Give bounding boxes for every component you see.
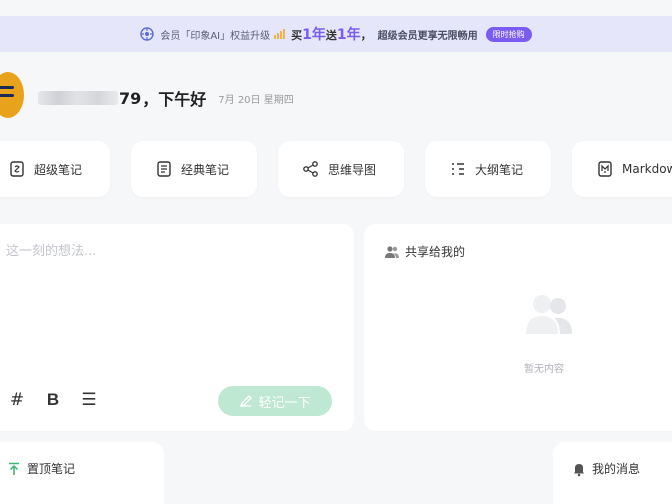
blurred-username xyxy=(38,91,118,105)
submit-label: 轻记一下 xyxy=(258,395,311,411)
card-outline-note[interactable]: 大纲笔记 xyxy=(425,141,551,197)
card-label: 思维导图 xyxy=(328,162,377,177)
card-label: Markdown xyxy=(622,162,672,176)
outline-note-icon xyxy=(452,163,464,175)
markdown-icon xyxy=(598,161,612,177)
quick-note-input[interactable] xyxy=(6,244,326,259)
shared-title-label: 共享给我的 xyxy=(405,245,466,259)
quick-note-panel: # B ☰ 轻记一下 xyxy=(0,224,354,431)
banner-promo: 买1年送1年， xyxy=(291,27,372,43)
messages-title[interactable]: 我的消息 xyxy=(571,460,640,477)
greeting-text: ，下午好 xyxy=(142,90,207,109)
username-suffix: 79 xyxy=(119,88,142,108)
card-mind-map[interactable]: 思维导图 xyxy=(278,141,404,197)
promo-banner[interactable]: 会员「印象AI」权益升级 买1年送1年， 超级会员更享无限畅用 限时抢购 xyxy=(0,16,672,52)
mind-map-icon xyxy=(303,161,318,177)
banner-rest: 超级会员更享无限畅用 xyxy=(377,30,478,42)
pinned-title[interactable]: 置顶笔记 xyxy=(6,460,75,477)
super-note-icon xyxy=(10,161,24,177)
card-super-note[interactable]: 超级笔记 xyxy=(0,141,110,197)
messages-title-label: 我的消息 xyxy=(592,462,641,476)
pen-icon xyxy=(240,395,253,408)
my-messages-panel: 我的消息 xyxy=(553,442,672,504)
card-label: 经典笔记 xyxy=(181,162,230,177)
pinned-notes-panel: 置顶笔记 xyxy=(0,442,164,504)
banner-prefix: 会员「印象AI」权益升级 xyxy=(160,30,271,42)
classic-note-icon xyxy=(157,161,171,177)
pin-top-icon xyxy=(9,462,19,475)
shared-with-me-panel: 共享给我的 暂无内容 xyxy=(364,224,672,431)
date-label: 7月 20日 星期四 xyxy=(218,94,294,106)
users-icon xyxy=(385,245,399,258)
empty-state-text: 暂无内容 xyxy=(524,364,564,375)
card-label: 超级笔记 xyxy=(34,162,83,177)
hashtag-button[interactable]: # xyxy=(8,390,26,410)
quick-note-submit-button[interactable]: 轻记一下 xyxy=(218,386,332,416)
note-toolbar: # B ☰ xyxy=(8,390,98,410)
limited-offer-button[interactable]: 限时抢购 xyxy=(485,26,532,42)
card-label: 大纲笔记 xyxy=(475,162,524,177)
ai-logo-icon xyxy=(140,27,155,41)
empty-users-icon xyxy=(526,295,572,334)
bell-icon xyxy=(574,463,584,476)
greeting: 79 ，下午好 7月 20日 星期四 xyxy=(38,86,294,110)
shared-title[interactable]: 共享给我的 xyxy=(384,243,465,260)
card-markdown[interactable]: Markdown xyxy=(572,141,672,197)
avatar[interactable] xyxy=(0,72,24,118)
pinned-title-label: 置顶笔记 xyxy=(27,462,76,476)
list-button[interactable]: ☰ xyxy=(80,390,98,410)
card-classic-note[interactable]: 经典笔记 xyxy=(131,141,257,197)
bold-button[interactable]: B xyxy=(44,390,62,410)
signal-bars-icon xyxy=(274,29,286,39)
